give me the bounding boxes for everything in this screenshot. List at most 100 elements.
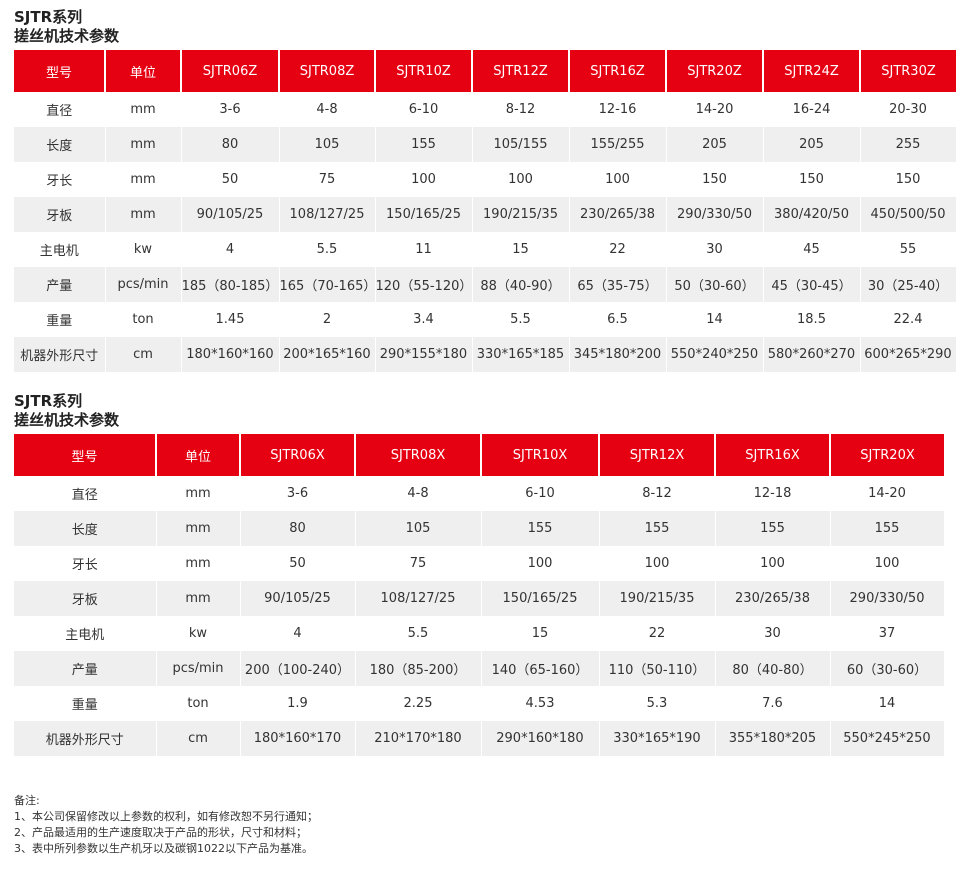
table-cell: 3.4 xyxy=(375,302,473,337)
row-label: 长度 xyxy=(14,511,157,546)
table-row: 主电机 kw 4 5.5 15 22 30 37 xyxy=(14,616,945,651)
table-cell: 100 xyxy=(599,546,716,581)
table-row: 直径 mm 3-6 4-8 6-10 8-12 12-16 14-20 16-24 20-30 xyxy=(14,92,957,127)
table-cell: 600*265*290 xyxy=(860,337,957,372)
table-cell: 22 xyxy=(599,616,716,651)
section-title-z: SJTR系列 搓丝机技术参数 xyxy=(14,8,120,45)
table-cell: ton xyxy=(156,686,241,721)
table-cell: 14 xyxy=(830,686,945,721)
row-label: 牙板 xyxy=(14,197,106,232)
table-cell: 290*160*180 xyxy=(481,721,600,756)
column-header: 单位 xyxy=(156,434,241,476)
table-cell: 22 xyxy=(569,232,667,267)
spec-section-x: SJTR系列 搓丝机技术参数 型号 单位 SJTR06X SJTR08X SJTR10X… xyxy=(14,392,945,756)
table-cell: 16-24 xyxy=(763,92,861,127)
table-cell: 45（30-45） xyxy=(763,267,861,302)
column-header: SJTR06Z xyxy=(181,50,280,92)
table-row: 产量 pcs/min 200（100-240） 180（85-200） 140（65-1… xyxy=(14,651,945,686)
row-label: 牙板 xyxy=(14,581,157,616)
column-header: SJTR06X xyxy=(240,434,356,476)
table-cell: mm xyxy=(156,546,241,581)
table-cell: 90/105/25 xyxy=(240,581,356,616)
row-label: 机器外形尺寸 xyxy=(14,721,157,756)
table-cell: pcs/min xyxy=(105,267,182,302)
note-item: 3、表中所列参数以生产机牙以及碳钢1022以下产品为基准。 xyxy=(14,842,313,855)
column-header: SJTR10X xyxy=(481,434,600,476)
table-cell: 155 xyxy=(375,127,473,162)
table-cell: 290*155*180 xyxy=(375,337,473,372)
table-cell: 6.5 xyxy=(569,302,667,337)
table-cell: 580*260*270 xyxy=(763,337,861,372)
table-cell: 100 xyxy=(569,162,667,197)
spec-section-z: SJTR系列 搓丝机技术参数 型号 单位 SJTR06Z SJTR08Z SJTR10Z… xyxy=(14,8,957,372)
table-cell: 4.53 xyxy=(481,686,600,721)
table-cell: 80 xyxy=(181,127,280,162)
column-header: SJTR12X xyxy=(599,434,716,476)
notes: 备注: 1、本公司保留修改以上参数的权利，如有修改恕不另行通知； 2、产品最适用… xyxy=(14,793,318,857)
table-cell: 180*160*170 xyxy=(240,721,356,756)
table-cell: 200（100-240） xyxy=(240,651,356,686)
table-cell: 155 xyxy=(599,511,716,546)
table-cell: 4-8 xyxy=(355,476,482,511)
table-cell: 4 xyxy=(181,232,280,267)
table-cell: 200*165*160 xyxy=(279,337,376,372)
table-cell: 108/127/25 xyxy=(279,197,376,232)
table-cell: kw xyxy=(105,232,182,267)
table-cell: 8-12 xyxy=(599,476,716,511)
table-cell: 7.6 xyxy=(715,686,831,721)
table-cell: mm xyxy=(105,162,182,197)
row-label: 长度 xyxy=(14,127,106,162)
table-cell: 1.45 xyxy=(181,302,280,337)
table-cell: mm xyxy=(156,581,241,616)
table-cell: 37 xyxy=(830,616,945,651)
table-cell: 210*170*180 xyxy=(355,721,482,756)
table-row: 牙板 mm 90/105/25 108/127/25 150/165/25 190/215… xyxy=(14,197,957,232)
table-row: 产量 pcs/min 185（80-185） 165（70-165） 120（55-12… xyxy=(14,267,957,302)
table-cell: 20-30 xyxy=(860,92,957,127)
table-cell: 5.5 xyxy=(355,616,482,651)
table-cell: 155/255 xyxy=(569,127,667,162)
column-header: SJTR20X xyxy=(830,434,944,476)
table-cell: 150 xyxy=(666,162,764,197)
table-cell: 88（40-90） xyxy=(472,267,570,302)
table-cell: 105 xyxy=(279,127,376,162)
column-header: 单位 xyxy=(105,50,182,92)
table-cell: 100 xyxy=(715,546,831,581)
row-label: 牙长 xyxy=(14,162,106,197)
table-cell: 380/420/50 xyxy=(763,197,861,232)
table-cell: 330*165*190 xyxy=(599,721,716,756)
section-title-x: SJTR系列 搓丝机技术参数 xyxy=(14,392,120,429)
table-cell: 180（85-200） xyxy=(355,651,482,686)
note-item: 2、产品最适用的生产速度取决于产品的形状，尺寸和材料； xyxy=(14,826,307,839)
column-header: SJTR08X xyxy=(355,434,482,476)
table-cell: 155 xyxy=(481,511,600,546)
table-cell: 45 xyxy=(763,232,861,267)
table-cell: 290/330/50 xyxy=(830,581,945,616)
table-row: 重量 ton 1.45 2 3.4 5.5 6.5 14 18.5 22.4 xyxy=(14,302,957,337)
table-row: 主电机 kw 4 5.5 11 15 22 30 45 55 xyxy=(14,232,957,267)
table-cell: 155 xyxy=(830,511,945,546)
table-cell: 30 xyxy=(666,232,764,267)
table-cell: 108/127/25 xyxy=(355,581,482,616)
table-cell: 150/165/25 xyxy=(481,581,600,616)
table-cell: 550*240*250 xyxy=(666,337,764,372)
table-cell: 65（35-75） xyxy=(569,267,667,302)
table-cell: 2 xyxy=(279,302,376,337)
table-cell: 30 xyxy=(715,616,831,651)
table-cell: 345*180*200 xyxy=(569,337,667,372)
spec-table-x: 型号 单位 SJTR06X SJTR08X SJTR10X SJTR12X SJTR16X S… xyxy=(14,434,945,756)
table-cell: 22.4 xyxy=(860,302,957,337)
column-header: SJTR08Z xyxy=(279,50,376,92)
table-cell: 14 xyxy=(666,302,764,337)
table-cell: 190/215/35 xyxy=(599,581,716,616)
table-cell: 80（40-80） xyxy=(715,651,831,686)
table-cell: 5.5 xyxy=(279,232,376,267)
table-cell: 50 xyxy=(240,546,356,581)
row-label: 直径 xyxy=(14,92,106,127)
table-cell: 120（55-120） xyxy=(375,267,473,302)
table-row: 机器外形尺寸 cm 180*160*160 200*165*160 290*155*18… xyxy=(14,337,957,372)
table-cell: pcs/min xyxy=(156,651,241,686)
table-cell: 12-16 xyxy=(569,92,667,127)
table-row: 重量 ton 1.9 2.25 4.53 5.3 7.6 14 xyxy=(14,686,945,721)
table-cell: 60（30-60） xyxy=(830,651,945,686)
